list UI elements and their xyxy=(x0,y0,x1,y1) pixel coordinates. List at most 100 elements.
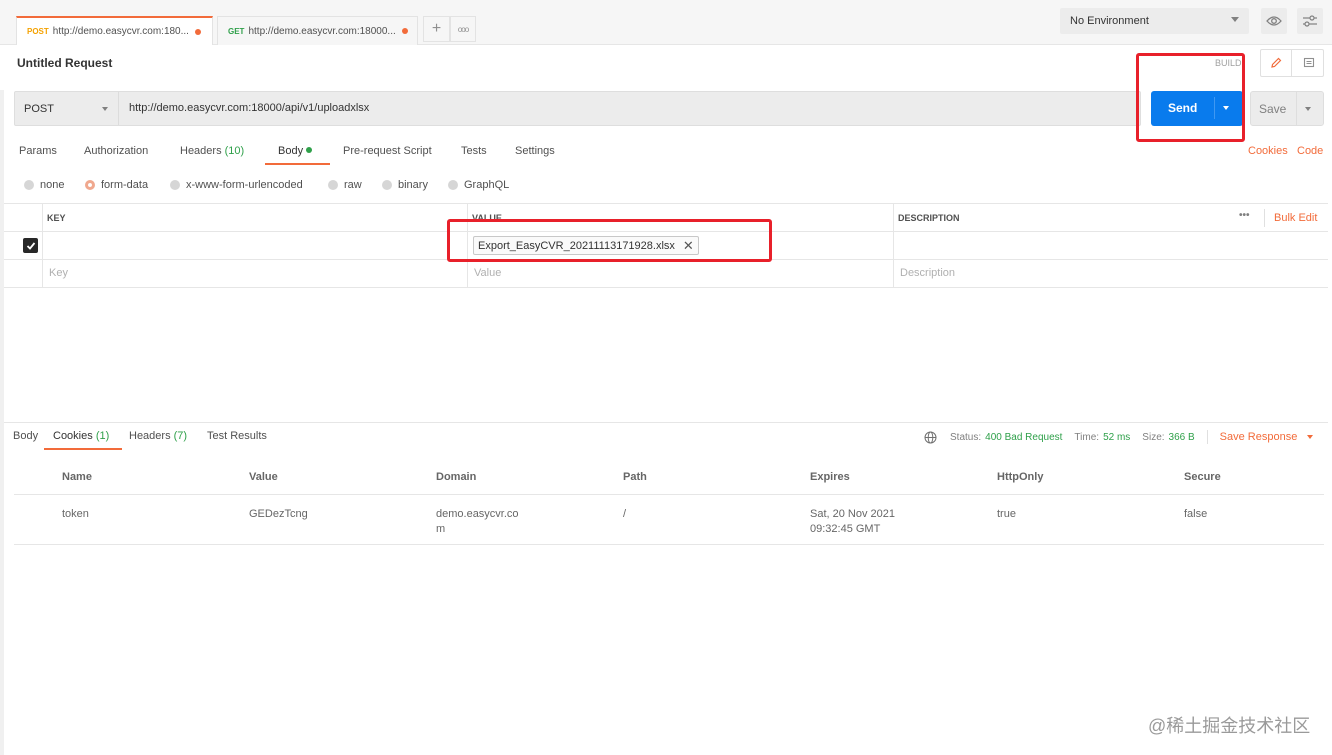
check-icon xyxy=(26,241,35,250)
size-value[interactable]: 366 B xyxy=(1169,432,1195,443)
description-placeholder[interactable]: Description xyxy=(900,267,955,279)
cookies-column-name: Name xyxy=(62,471,92,483)
radio-form-data[interactable]: form-data xyxy=(85,179,148,191)
url-input[interactable]: http://demo.easycvr.com:18000/api/v1/upl… xyxy=(129,102,369,114)
tab-label: Headers xyxy=(180,145,222,157)
tab-label: Headers xyxy=(129,430,171,442)
comments-button[interactable] xyxy=(1293,50,1324,76)
request-title[interactable]: Untitled Request xyxy=(17,56,112,70)
size-label: Size: xyxy=(1142,431,1165,443)
globe-icon[interactable] xyxy=(924,431,937,444)
cookies-column-httponly: HttpOnly xyxy=(997,471,1044,483)
radio-binary[interactable]: binary xyxy=(382,179,428,191)
tab-body[interactable]: Body xyxy=(278,145,313,157)
cookie-domain-line: demo.easycvr.co xyxy=(436,508,519,520)
response-status-bar: Status: 400 Bad Request Time: 52 ms Size… xyxy=(924,430,1314,444)
environment-quick-look-button[interactable] xyxy=(1261,8,1287,34)
cookie-domain: demo.easycvr.co m xyxy=(436,507,519,537)
cookies-column-value: Value xyxy=(249,471,278,483)
radio-circle xyxy=(448,180,458,190)
request-tab-post[interactable]: POST http://demo.easycvr.com:180... xyxy=(16,16,213,45)
cookie-httponly: true xyxy=(997,508,1016,520)
sliders-icon xyxy=(1303,15,1317,27)
status-label: Status: xyxy=(950,431,982,443)
comment-icon xyxy=(1303,57,1314,68)
eye-icon xyxy=(1266,16,1282,26)
table-row-divider xyxy=(14,544,1324,545)
column-header-description: DESCRIPTION xyxy=(898,213,960,223)
tab-tests[interactable]: Tests xyxy=(461,145,487,157)
description-input[interactable] xyxy=(900,236,1320,256)
tab-settings[interactable]: Settings xyxy=(515,145,555,157)
key-placeholder[interactable]: Key xyxy=(49,267,68,279)
new-tab-button[interactable]: + xyxy=(423,16,450,42)
value-placeholder[interactable]: Value xyxy=(474,267,501,279)
save-divider xyxy=(1296,92,1297,125)
table-header-divider xyxy=(14,494,1324,495)
caret-down-icon xyxy=(1231,17,1239,22)
cookies-link[interactable]: Cookies xyxy=(1248,145,1288,157)
column-header-key: KEY xyxy=(47,213,66,223)
cookie-name: token xyxy=(62,508,89,520)
plus-icon: + xyxy=(431,20,442,37)
column-divider xyxy=(42,204,43,288)
more-options-icon[interactable]: ••• xyxy=(1239,210,1250,221)
tab-authorization[interactable]: Authorization xyxy=(84,145,148,157)
highlight-box-file xyxy=(447,219,772,262)
manage-environments-button[interactable] xyxy=(1297,8,1323,34)
column-divider xyxy=(893,204,894,288)
save-options-icon[interactable] xyxy=(1305,107,1311,111)
radio-label: raw xyxy=(344,179,362,191)
more-tabs-button[interactable]: ooo xyxy=(450,16,476,42)
response-tab-body[interactable]: Body xyxy=(13,430,38,442)
save-label: Save xyxy=(1259,102,1287,116)
radio-label: form-data xyxy=(101,179,149,191)
save-button[interactable]: Save xyxy=(1250,91,1324,126)
code-link[interactable]: Code xyxy=(1297,145,1323,157)
radio-raw[interactable]: raw xyxy=(328,179,362,191)
key-input[interactable] xyxy=(48,236,464,256)
tab-params[interactable]: Params xyxy=(19,145,57,157)
status-value[interactable]: 400 Bad Request xyxy=(985,432,1062,443)
environment-select[interactable]: No Environment xyxy=(1060,8,1249,34)
bulk-edit-link[interactable]: Bulk Edit xyxy=(1274,212,1317,224)
row-enabled-checkbox[interactable] xyxy=(23,238,38,253)
tab-pre-request-script[interactable]: Pre-request Script xyxy=(343,145,432,157)
response-tab-cookies[interactable]: Cookies (1) xyxy=(53,430,109,442)
cookies-column-secure: Secure xyxy=(1184,471,1221,483)
pane-divider[interactable] xyxy=(4,422,1328,423)
active-tab-underline xyxy=(265,163,330,165)
radio-x-www-form-urlencoded[interactable]: x-www-form-urlencoded xyxy=(170,179,303,191)
response-tab-test-results[interactable]: Test Results xyxy=(207,430,267,442)
radio-circle xyxy=(328,180,338,190)
radio-none[interactable]: none xyxy=(24,179,64,191)
tab-headers[interactable]: Headers (10) xyxy=(180,145,244,157)
tab-method-label: POST xyxy=(27,27,49,36)
radio-label: binary xyxy=(398,179,428,191)
pencil-icon xyxy=(1271,57,1282,68)
radio-circle xyxy=(24,180,34,190)
method-select[interactable]: POST xyxy=(15,92,119,125)
time-value[interactable]: 52 ms xyxy=(1103,432,1130,443)
tab-method-label: GET xyxy=(228,26,245,36)
save-response-button[interactable]: Save Response xyxy=(1220,431,1298,443)
tab-count: (10) xyxy=(224,145,245,157)
cookie-path: / xyxy=(623,508,627,520)
tab-count: (7) xyxy=(173,430,188,442)
cookie-secure: false xyxy=(1184,508,1208,520)
caret-down-icon[interactable] xyxy=(1307,435,1314,439)
cookie-expires-line: 09:32:45 GMT xyxy=(810,523,881,535)
edit-button[interactable] xyxy=(1261,50,1292,76)
radio-graphql[interactable]: GraphQL xyxy=(448,179,509,191)
cookies-column-expires: Expires xyxy=(810,471,850,483)
tab-label: Cookies xyxy=(53,430,93,442)
request-tab-get[interactable]: GET http://demo.easycvr.com:18000... xyxy=(217,16,418,45)
left-edge-border xyxy=(0,90,4,755)
unsaved-dot-icon xyxy=(401,28,408,34)
active-dot-icon xyxy=(306,147,313,153)
radio-circle xyxy=(382,180,392,190)
response-tab-headers[interactable]: Headers (7) xyxy=(129,430,187,442)
cookie-expires: Sat, 20 Nov 2021 09:32:45 GMT xyxy=(810,507,895,537)
radio-circle-selected xyxy=(85,180,95,190)
tab-url-label: http://demo.easycvr.com:18000... xyxy=(248,25,396,37)
